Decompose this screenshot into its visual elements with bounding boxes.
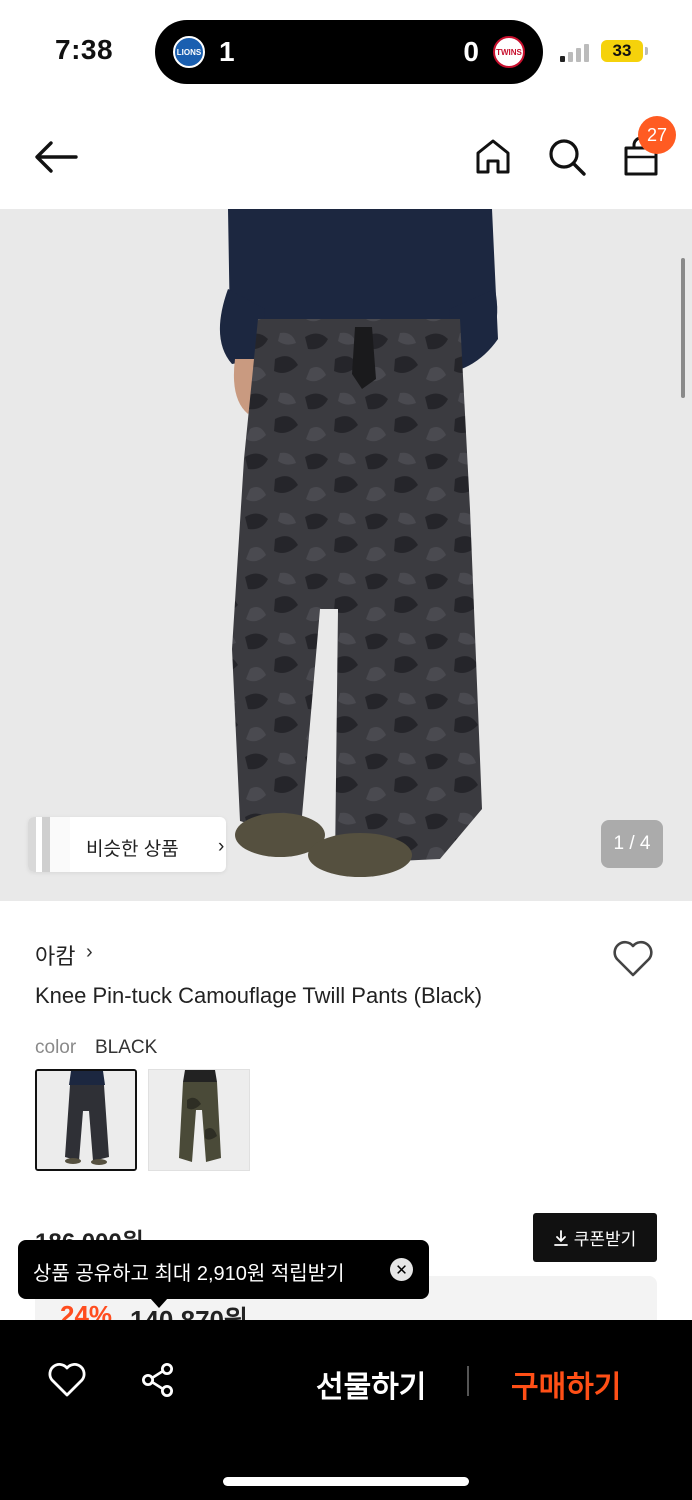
right-team-score: 0 bbox=[463, 36, 479, 67]
live-score-activity[interactable]: LIONS 1 0 TWINS bbox=[155, 20, 543, 84]
buy-button[interactable]: 구매하기 bbox=[511, 1362, 621, 1406]
home-indicator[interactable] bbox=[223, 1477, 469, 1486]
color-swatch-black[interactable] bbox=[35, 1069, 137, 1171]
bottom-action-bar bbox=[0, 1320, 692, 1500]
cellular-signal-icon bbox=[560, 42, 592, 62]
share-icon[interactable] bbox=[140, 1362, 176, 1398]
get-coupon-button[interactable]: 쿠폰받기 bbox=[533, 1213, 657, 1262]
similar-products-label: 비슷한 상품 bbox=[86, 839, 179, 860]
brand-link[interactable]: 아캄 bbox=[35, 939, 75, 971]
page-scrollbar[interactable] bbox=[681, 258, 685, 398]
battery-icon: 33 bbox=[601, 40, 643, 62]
product-photo bbox=[0, 209, 692, 901]
status-time: 7:38 bbox=[55, 34, 114, 65]
wishlist-heart-icon[interactable] bbox=[612, 940, 654, 978]
color-swatch-khaki[interactable] bbox=[148, 1069, 250, 1171]
similar-product-thumbnail bbox=[28, 817, 70, 872]
similar-products-button[interactable]: 비슷한 상품 › bbox=[28, 817, 226, 872]
right-team-logo: TWINS bbox=[493, 36, 525, 68]
image-page-counter: 1 / 4 bbox=[601, 820, 663, 868]
top-nav-bar bbox=[0, 100, 692, 210]
battery-tip bbox=[645, 47, 648, 55]
close-icon[interactable]: ✕ bbox=[390, 1258, 413, 1281]
download-icon bbox=[553, 1229, 568, 1246]
toast-message: 상품 공유하고 최대 2,910원 적립받기 bbox=[33, 1263, 345, 1285]
cart-count-badge: 27 bbox=[638, 116, 676, 154]
left-team-logo: LIONS bbox=[173, 36, 205, 68]
status-bar: 7:38 LIONS 1 0 TWINS 33 bbox=[0, 0, 692, 100]
action-divider bbox=[467, 1366, 469, 1396]
chevron-right-icon: › bbox=[218, 836, 225, 857]
selected-color-value: BLACK bbox=[95, 1037, 158, 1058]
arrow-left-icon[interactable] bbox=[34, 140, 78, 174]
gift-button[interactable]: 선물하기 bbox=[316, 1362, 426, 1406]
left-team-score: 1 bbox=[219, 36, 235, 67]
chevron-right-icon[interactable]: › bbox=[86, 941, 93, 964]
product-image-gallery[interactable] bbox=[0, 209, 692, 901]
coupon-button-label: 쿠폰받기 bbox=[573, 1230, 637, 1249]
color-option-label: color bbox=[35, 1037, 77, 1058]
product-title: Knee Pin-tuck Camouflage Twill Pants (Bl… bbox=[35, 983, 483, 1008]
share-reward-toast: 상품 공유하고 최대 2,910원 적립받기 bbox=[18, 1240, 429, 1299]
home-icon[interactable] bbox=[474, 137, 512, 175]
toast-pointer bbox=[150, 1298, 168, 1308]
heart-icon[interactable] bbox=[48, 1362, 86, 1398]
search-icon[interactable] bbox=[547, 137, 587, 177]
